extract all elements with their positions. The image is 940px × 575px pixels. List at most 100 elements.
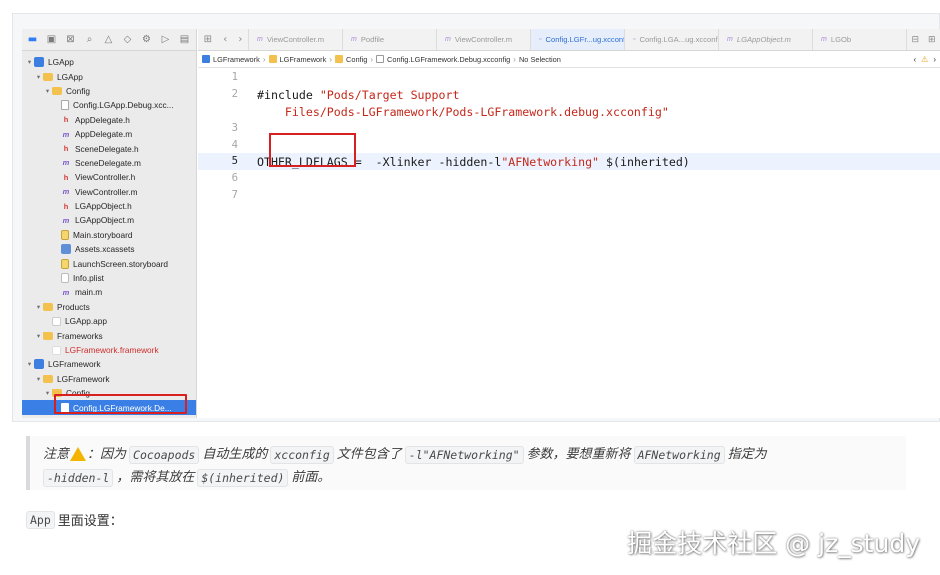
chevron-right-icon: › [262, 54, 266, 64]
navigator-item[interactable]: LGFramework.framework [22, 343, 196, 357]
jumpbar-item[interactable]: Config [346, 55, 367, 64]
navigator-item-label: main.m [75, 287, 103, 298]
navigator-item-label: SceneDelegate.m [75, 157, 141, 168]
navigator-item[interactable]: h ViewController.h [22, 170, 196, 184]
navigator-item[interactable]: LaunchScreen.storyboard [22, 256, 196, 270]
disclosure-triangle-icon[interactable]: ▾ [43, 87, 52, 95]
xcconfig-file-icon: ▫ [539, 36, 542, 43]
issue-icon[interactable]: △ [102, 33, 115, 46]
report-icon[interactable]: ▤ [178, 33, 191, 46]
note-prefix: 注意 [43, 447, 70, 462]
watermark: 掘金技术社区 @ jz_study [627, 529, 920, 558]
navigator-item[interactable]: ▾ Frameworks [22, 328, 196, 342]
disclosure-triangle-icon[interactable]: ▾ [34, 303, 43, 311]
navigator-item[interactable]: h SceneDelegate.h [22, 141, 196, 155]
selected-file-highlight [54, 394, 187, 414]
inline-code: -hidden-l [43, 468, 114, 487]
navigator-item[interactable]: Info.plist [22, 271, 196, 285]
tab-label: Config.LGFr...ug.xcconfig [545, 35, 624, 44]
paragraph: App 里面设置： [26, 510, 123, 529]
editor-tab[interactable]: m LGAppObject.m [718, 29, 812, 50]
chevron-left-icon[interactable]: ‹ [913, 55, 916, 64]
tab-label: Podfile [360, 35, 385, 44]
paragraph-text: 里面设置： [57, 514, 123, 529]
jumpbar-item[interactable]: Config.LGFramework.Debug.xcconfig [387, 55, 510, 64]
jumpbar-item[interactable]: No Selection [519, 55, 561, 64]
folder-icon [43, 331, 53, 340]
disclosure-triangle-icon[interactable]: ▾ [34, 332, 43, 340]
debug-icon[interactable]: ⚙ [140, 33, 153, 46]
chevron-right-icon[interactable]: › [238, 34, 242, 45]
navigator-item[interactable]: ▾ LGFramework [22, 357, 196, 371]
tab-label: ViewController.m [266, 35, 325, 44]
disclosure-triangle-icon[interactable]: ▾ [25, 360, 34, 368]
navigator-item-label: Info.plist [73, 273, 104, 284]
navigator-item-label: LaunchScreen.storyboard [73, 258, 169, 269]
inline-code: $(inherited) [197, 468, 289, 487]
chevron-right-icon: › [329, 54, 332, 64]
symbol-icon[interactable]: ⊠ [64, 33, 77, 46]
navigator-item[interactable]: ▾ Config [22, 84, 196, 98]
navigator-item[interactable]: ▾ LGFramework [22, 372, 196, 386]
navigator-item[interactable]: Main.storyboard [22, 228, 196, 242]
navigator-item[interactable]: Assets.xcassets [22, 242, 196, 256]
header-file-icon: h [63, 172, 69, 182]
chevron-right-icon: › [513, 54, 516, 64]
project-navigator: ▬ ▣ ⊠ ⌕ △ ◇ ⚙ ▷ ▤ ▾ LGApp ▾ LGApp ▾ Config Con… [22, 29, 197, 418]
navigator-item[interactable]: m LGAppObject.m [22, 213, 196, 227]
warning-icon[interactable]: ⚠ [921, 55, 928, 64]
disclosure-triangle-icon[interactable]: ▾ [43, 389, 52, 397]
navigator-item[interactable]: h AppDelegate.h [22, 113, 196, 127]
source-control-icon[interactable]: ▣ [45, 33, 58, 46]
folder-icon [43, 302, 53, 311]
folder-icon[interactable]: ▬ [26, 33, 39, 46]
navigator-item[interactable]: LGApp.app [22, 314, 196, 328]
implementation-file-icon: m [351, 36, 357, 43]
header-file-icon: h [63, 144, 69, 154]
navigator-item-label: LGApp.app [65, 316, 107, 327]
editor-tab[interactable]: m ViewController.m [248, 29, 342, 50]
library-name-string: "AFNetworking" [501, 155, 600, 170]
line-number: 5 [231, 155, 238, 168]
chevron-left-icon[interactable]: ‹ [223, 34, 227, 45]
split-editor-icon[interactable]: ⊟ [911, 35, 919, 45]
search-icon[interactable]: ⌕ [83, 33, 96, 46]
editor-tab[interactable]: m ViewController.m [436, 29, 530, 50]
disclosure-triangle-icon[interactable]: ▾ [34, 375, 43, 383]
inherited-token: $(inherited) [599, 155, 690, 170]
navigator-item[interactable]: Config.LGApp.Debug.xcc... [22, 98, 196, 112]
xcconfig-file-icon [61, 100, 69, 111]
editor-tab[interactable]: m LGOb [812, 29, 906, 50]
navigator-item[interactable]: ▾ LGApp [22, 55, 196, 69]
navigator-item[interactable]: ▾ LGApp [22, 69, 196, 83]
chevron-right-icon[interactable]: › [933, 55, 936, 64]
editor-tab[interactable]: ▫ Config.LGA...ug.xcconfig [624, 29, 718, 50]
navigator-item-label: Config.LGApp.Debug.xcc... [73, 100, 174, 111]
add-editor-icon[interactable]: ⊞ [928, 35, 936, 45]
note-text: 前面。 [291, 470, 331, 485]
navigator-item-label: Frameworks [57, 330, 103, 341]
navigator-item[interactable]: ▾ Products [22, 300, 196, 314]
navigator-item-label: LGApp [48, 57, 74, 68]
editor-tab[interactable]: m Podfile [342, 29, 436, 50]
navigator-item[interactable]: m ViewController.m [22, 185, 196, 199]
navigator-item[interactable]: m SceneDelegate.m [22, 156, 196, 170]
disclosure-triangle-icon[interactable]: ▾ [25, 58, 34, 66]
include-path-string: "Pods/Target Support [319, 87, 460, 102]
navigator-item[interactable]: h LGAppObject.h [22, 199, 196, 213]
line-number: 3 [231, 121, 238, 134]
breakpoint-icon[interactable]: ▷ [159, 33, 172, 46]
navigator-item[interactable]: m main.m [22, 285, 196, 299]
inline-code: xcconfig [270, 445, 334, 464]
jumpbar-item[interactable]: LGFramework [280, 55, 327, 64]
navigator-item[interactable]: m AppDelegate.m [22, 127, 196, 141]
editor-tab[interactable]: ▫ Config.LGFr...ug.xcconfig [530, 29, 624, 50]
disclosure-triangle-icon[interactable]: ▾ [34, 73, 43, 81]
implementation-file-icon: m [62, 287, 70, 297]
line-number: 1 [231, 71, 238, 83]
jumpbar-item[interactable]: LGFramework [213, 55, 260, 64]
implementation-file-icon: m [727, 36, 733, 43]
test-icon[interactable]: ◇ [121, 33, 134, 46]
grid-icon[interactable]: ⊞ [204, 34, 212, 45]
navigator-item-label: Main.storyboard [73, 229, 133, 240]
